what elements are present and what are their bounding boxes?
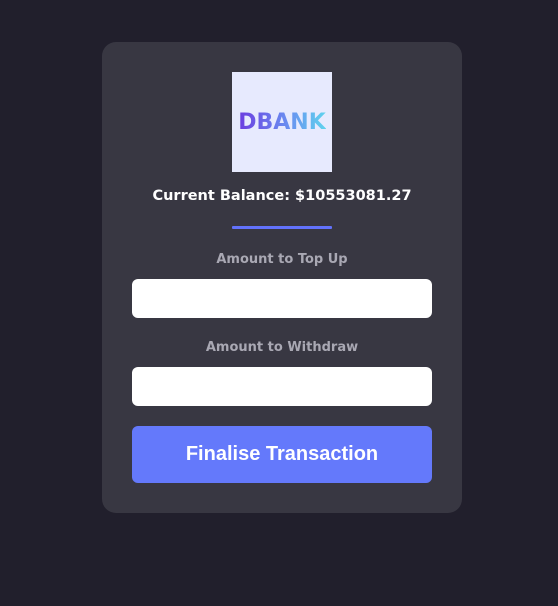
dbank-logo: DBANK [232,72,332,172]
topup-amount-input[interactable] [132,279,432,318]
withdraw-label: Amount to Withdraw [205,340,359,355]
divider [232,226,332,229]
logo-text: DBANK [238,109,326,135]
finalise-transaction-button[interactable]: Finalise Transaction [132,426,432,483]
current-balance: Current Balance: $10553081.27 [152,188,412,204]
transaction-card: DBANK Current Balance: $10553081.27 Amou… [102,42,462,513]
withdraw-amount-input[interactable] [132,367,432,406]
topup-label: Amount to Top Up [216,252,348,267]
